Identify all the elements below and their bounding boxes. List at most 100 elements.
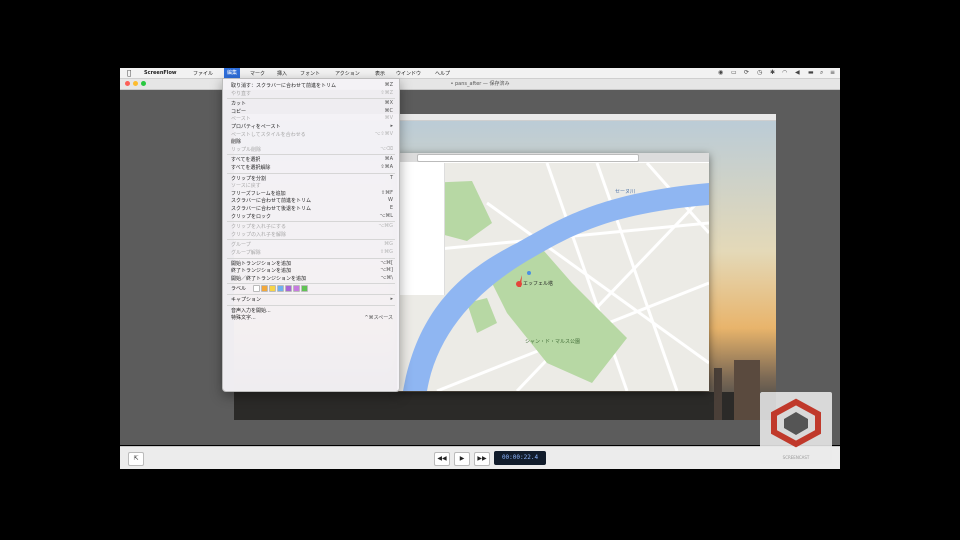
volume-icon[interactable]: ◀ <box>795 69 800 76</box>
edit-menu-item[interactable]: 取り消す：スクラバーに合わせて前進をトリム ⌘Z <box>231 82 395 89</box>
edit-menu-item[interactable]: キャプション ▸ <box>231 296 395 303</box>
menu-edit[interactable]: 編集 <box>224 68 241 78</box>
edit-menu-item[interactable]: 開始／終了トランジションを追加 ⌥⌘\ <box>231 275 395 282</box>
timecode-display: 00:00:22.4 <box>494 451 546 465</box>
edit-menu-item-shortcut: ⇧⌘G <box>379 249 393 255</box>
menu-app[interactable]: ScreenFlow <box>144 70 177 76</box>
logo-icon <box>771 398 821 448</box>
menu-mark[interactable]: マーク <box>250 70 265 77</box>
edit-menu-item: やり直す ⇧⌘Z <box>231 90 395 97</box>
sync-icon[interactable]: ⟳ <box>744 69 749 76</box>
label-color-swatch[interactable] <box>293 285 300 293</box>
edit-menu-item-label: グループ解除 <box>231 250 261 256</box>
notification-icon[interactable]: ≡ <box>830 69 835 76</box>
edit-menu-item-label: スクラバーに合わせて前進をトリム <box>231 198 311 205</box>
edit-menu-item-label: プロパティをペースト <box>231 124 281 130</box>
edit-menu-item-label: ソースに戻す <box>231 183 261 190</box>
label-color-swatch[interactable] <box>253 285 260 293</box>
city-silhouette <box>234 392 776 420</box>
map-label-tower: エッフェル塔 <box>523 280 553 287</box>
map-pin-marker[interactable] <box>516 281 522 287</box>
edit-menu-item[interactable]: スクラバーに合わせて後退をトリム E <box>231 205 395 212</box>
battery-icon[interactable]: ▬ <box>808 69 814 76</box>
edit-menu-item-label: 特殊文字... <box>231 315 256 322</box>
edit-menu-item[interactable]: フリーズフレームを追加 ⇧⌘F <box>231 190 395 197</box>
label-color-swatch[interactable] <box>261 285 268 293</box>
edit-menu-item-shortcut: ⌥⇧⌘V <box>374 130 393 137</box>
poi-icon[interactable] <box>527 271 531 275</box>
record-status-icon[interactable]: ◉ <box>718 69 723 76</box>
edit-menu-item-shortcut: ⌘X <box>384 100 393 107</box>
edit-menu-item[interactable]: ラベル <box>231 285 395 293</box>
edit-menu-item[interactable]: クリップをロック ⌥⌘L <box>231 213 395 220</box>
edit-menu-item-shortcut: ^⌘スペース <box>364 315 393 322</box>
edit-menu-item[interactable]: 特殊文字... ^⌘スペース <box>231 314 395 321</box>
time-machine-icon[interactable]: ◷ <box>757 69 762 76</box>
menu-separator <box>227 239 395 241</box>
building <box>734 360 760 420</box>
map-search-panel[interactable] <box>397 163 445 295</box>
edit-menu-item-shortcut: ⇧⌘A <box>380 164 393 170</box>
label-color-swatch[interactable] <box>285 285 292 293</box>
rewind-button[interactable]: ◀◀ <box>434 452 450 466</box>
edit-menu-item: クリップを入れ子にする ⌥⌘G <box>231 223 395 230</box>
edit-menu-item-label: フリーズフレームを追加 <box>231 190 286 197</box>
edit-menu-item-label: 音声入力を開始... <box>231 307 271 314</box>
edit-menu-item-label: スクラバーに合わせて後退をトリム <box>231 206 311 212</box>
logo-text: SCREENCAST <box>782 455 810 460</box>
edit-menu-item-shortcut: W <box>388 197 393 204</box>
edit-menu-item-shortcut: ▸ <box>390 296 393 302</box>
browser-toolbar <box>397 153 709 162</box>
menu-view[interactable]: 表示 <box>375 70 385 77</box>
edit-menu-item[interactable]: すべてを選択 ⌘A <box>231 156 395 163</box>
label-color-swatch[interactable] <box>301 285 308 293</box>
edit-menu-item[interactable]: 終了トランジションを追加 ⌥⌘] <box>231 267 395 274</box>
edit-menu-item[interactable]: クリップを分割 T <box>231 175 395 182</box>
menu-separator <box>227 221 395 223</box>
edit-menu-item-label: 削除 <box>231 139 242 146</box>
edit-menu-item[interactable]: スクラバーに合わせて前進をトリム W <box>231 197 395 204</box>
menu-separator <box>227 98 395 100</box>
edit-menu-item: ペースト ⌘V <box>231 115 395 122</box>
layout-toggle-icon[interactable]: ⇱ <box>128 452 144 466</box>
edit-menu-item[interactable]: 音声入力を開始... <box>231 307 395 314</box>
fast-forward-button[interactable]: ▶▶ <box>474 452 490 466</box>
screen-icon[interactable]: ▭ <box>731 69 737 76</box>
edit-menu-item-label: キャプション <box>231 297 262 303</box>
edit-menu-item[interactable]: プロパティをペースト ▸ <box>231 123 395 130</box>
edit-menu-item: グループ ⌘G <box>231 241 395 248</box>
edit-menu-item[interactable]: カット ⌘X <box>231 100 395 107</box>
menu-help[interactable]: ヘルプ <box>435 70 450 77</box>
edit-menu-item-label: ペースト <box>231 116 251 123</box>
label-color-swatch[interactable] <box>269 285 276 293</box>
menu-insert[interactable]: 挿入 <box>277 70 287 77</box>
menu-action[interactable]: アクション <box>335 70 360 77</box>
edit-menu-item[interactable]: すべてを選択解除 ⇧⌘A <box>231 164 395 171</box>
apple-icon[interactable]:  <box>127 69 131 77</box>
search-icon[interactable]: ⌕ <box>820 69 823 77</box>
edit-menu-item[interactable]: 削除 <box>231 138 395 145</box>
edit-menu-item-label: コピー <box>231 108 247 115</box>
menu-window[interactable]: ウインドウ <box>396 70 421 77</box>
label-color-swatch[interactable] <box>277 285 284 293</box>
wifi-icon[interactable]: ◠ <box>782 69 787 76</box>
transport-bar: ⇱ ◀◀ ▶ ▶▶ 00:00:22.4 <box>120 446 840 469</box>
edit-menu-item[interactable]: コピー ⌘C <box>231 108 395 115</box>
edit-menu-item-label: すべてを選択解除 <box>231 165 271 171</box>
menu-font[interactable]: フォント <box>300 70 320 77</box>
edit-menu-item[interactable]: 開始トランジションを追加 ⌥⌘[ <box>231 260 395 267</box>
watermark-logo: SCREENCAST <box>760 392 832 464</box>
menu-separator <box>227 294 395 295</box>
edit-menu-item-shortcut: T <box>389 174 393 181</box>
browser-window[interactable]: セーヌ川 シャン・ド・マルス公園 エッフェル塔 <box>397 153 709 391</box>
play-button[interactable]: ▶ <box>454 452 470 466</box>
menu-separator <box>227 154 395 156</box>
menu-file[interactable]: ファイル <box>193 70 213 77</box>
edit-menu-item-shortcut: ⌥⌘L <box>379 212 393 219</box>
bluetooth-icon[interactable]: ✱ <box>770 69 775 76</box>
address-bar[interactable] <box>417 154 639 162</box>
edit-menu[interactable]: 取り消す：スクラバーに合わせて前進をトリム ⌘Z やり直す ⇧⌘Z カット ⌘X コピー ⌘C… <box>222 78 400 392</box>
edit-menu-item: ソースに戻す <box>231 182 395 189</box>
edit-menu-item-label: グループ <box>231 242 251 249</box>
edit-menu-item-label: 終了トランジションを追加 <box>231 268 292 275</box>
